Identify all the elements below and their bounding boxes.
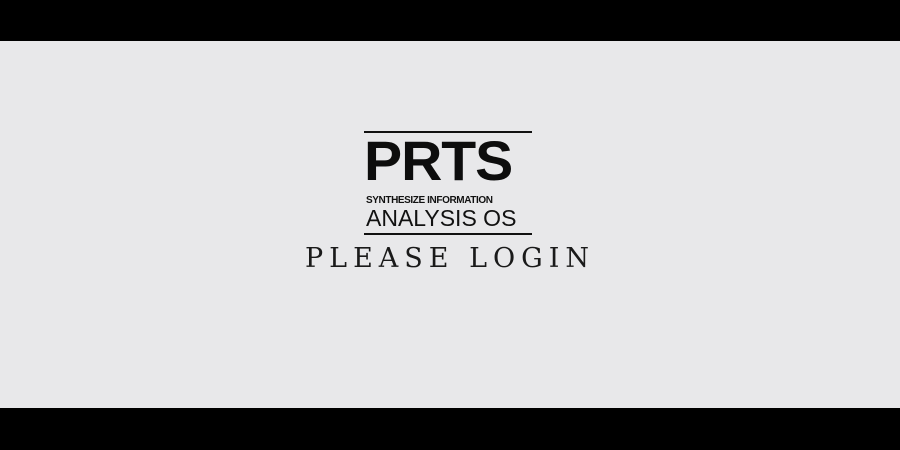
content-area[interactable]: PRTS SYNTHESIZE INFORMATION ANALYSIS OS … xyxy=(0,41,900,408)
logo-title: PRTS xyxy=(364,129,513,192)
please-login-prompt[interactable]: PLEASE LOGIN xyxy=(0,241,900,277)
logo-os-line: ANALYSIS OS xyxy=(366,205,517,231)
logo-bottom-rule xyxy=(364,233,532,235)
letterbox-top-bar xyxy=(0,0,900,41)
letterbox-bottom-bar xyxy=(0,408,900,450)
prts-logo: PRTS SYNTHESIZE INFORMATION ANALYSIS OS xyxy=(364,129,532,236)
login-screen: PRTS SYNTHESIZE INFORMATION ANALYSIS OS … xyxy=(0,0,900,450)
